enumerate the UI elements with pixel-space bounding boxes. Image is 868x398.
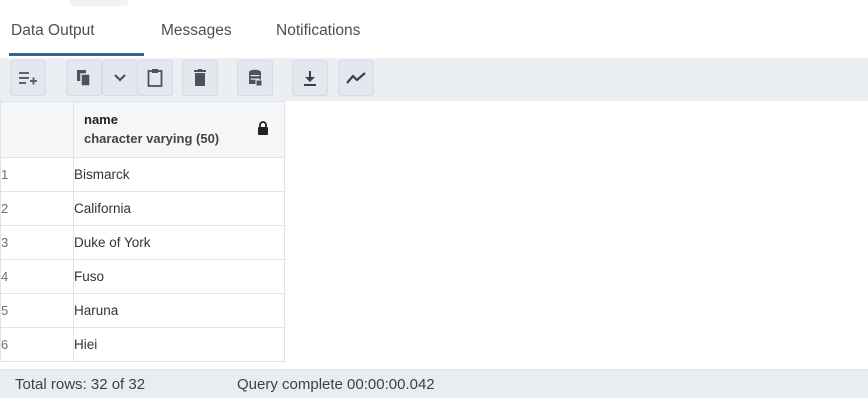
row-number[interactable]: 2 — [0, 191, 74, 226]
table-row[interactable]: 2 California — [0, 191, 285, 226]
copy-button[interactable] — [66, 60, 102, 96]
delete-icon — [194, 69, 206, 86]
data-grid-area: name character varying (50) 1 Bismarck 2… — [0, 101, 868, 369]
download-icon — [304, 71, 316, 86]
save-data-button[interactable] — [237, 60, 273, 96]
row-number[interactable]: 3 — [0, 225, 74, 260]
lock-icon — [258, 121, 268, 135]
cell-name[interactable]: Hiei — [73, 327, 285, 362]
add-row-icon — [19, 72, 37, 85]
total-rows-status: Total rows: 32 of 32 — [15, 376, 146, 393]
tab-messages[interactable]: Messages — [161, 22, 232, 40]
chevron-down-icon — [114, 74, 126, 82]
table-row[interactable]: 4 Fuso — [0, 259, 285, 294]
top-edge-artifact — [70, 0, 128, 6]
select-all-corner[interactable] — [0, 101, 74, 158]
tab-notifications[interactable]: Notifications — [276, 22, 360, 40]
copy-options-dropdown[interactable] — [102, 60, 138, 96]
row-number[interactable]: 1 — [0, 157, 74, 192]
data-grid: name character varying (50) 1 Bismarck 2… — [0, 101, 285, 362]
cell-name[interactable]: Bismarck — [73, 157, 285, 192]
results-tab-bar: Data Output Messages Notifications — [0, 10, 868, 59]
row-number[interactable]: 6 — [0, 327, 74, 362]
data-output-toolbar — [0, 58, 868, 102]
active-tab-indicator — [9, 53, 144, 56]
row-number[interactable]: 5 — [0, 293, 74, 328]
cell-name[interactable]: California — [73, 191, 285, 226]
table-row[interactable]: 5 Haruna — [0, 293, 285, 328]
tab-data-output[interactable]: Data Output — [11, 22, 95, 40]
cell-name[interactable]: Haruna — [73, 293, 285, 328]
graph-visualiser-button[interactable] — [338, 60, 374, 96]
query-complete-status: Query complete 00:00:00.042 — [237, 376, 435, 393]
status-bar: Total rows: 32 of 32 Query complete 00:0… — [0, 369, 868, 398]
paste-button[interactable] — [137, 60, 173, 96]
save-data-icon — [249, 69, 263, 87]
paste-icon — [147, 69, 163, 87]
table-row[interactable]: 6 Hiei — [0, 327, 285, 362]
cell-name[interactable]: Fuso — [73, 259, 285, 294]
cell-name[interactable]: Duke of York — [73, 225, 285, 260]
column-type: character varying (50) — [84, 131, 220, 146]
graph-visualiser-icon — [346, 72, 366, 84]
window-top-strip — [0, 0, 868, 10]
table-row[interactable]: 3 Duke of York — [0, 225, 285, 260]
copy-icon — [77, 70, 91, 87]
download-button[interactable] — [292, 60, 328, 96]
table-row[interactable]: 1 Bismarck — [0, 157, 285, 192]
add-row-button[interactable] — [10, 60, 46, 96]
row-number[interactable]: 4 — [0, 259, 74, 294]
delete-row-button[interactable] — [182, 60, 218, 96]
column-name: name — [84, 112, 118, 127]
column-header-name[interactable]: name character varying (50) — [73, 101, 285, 158]
